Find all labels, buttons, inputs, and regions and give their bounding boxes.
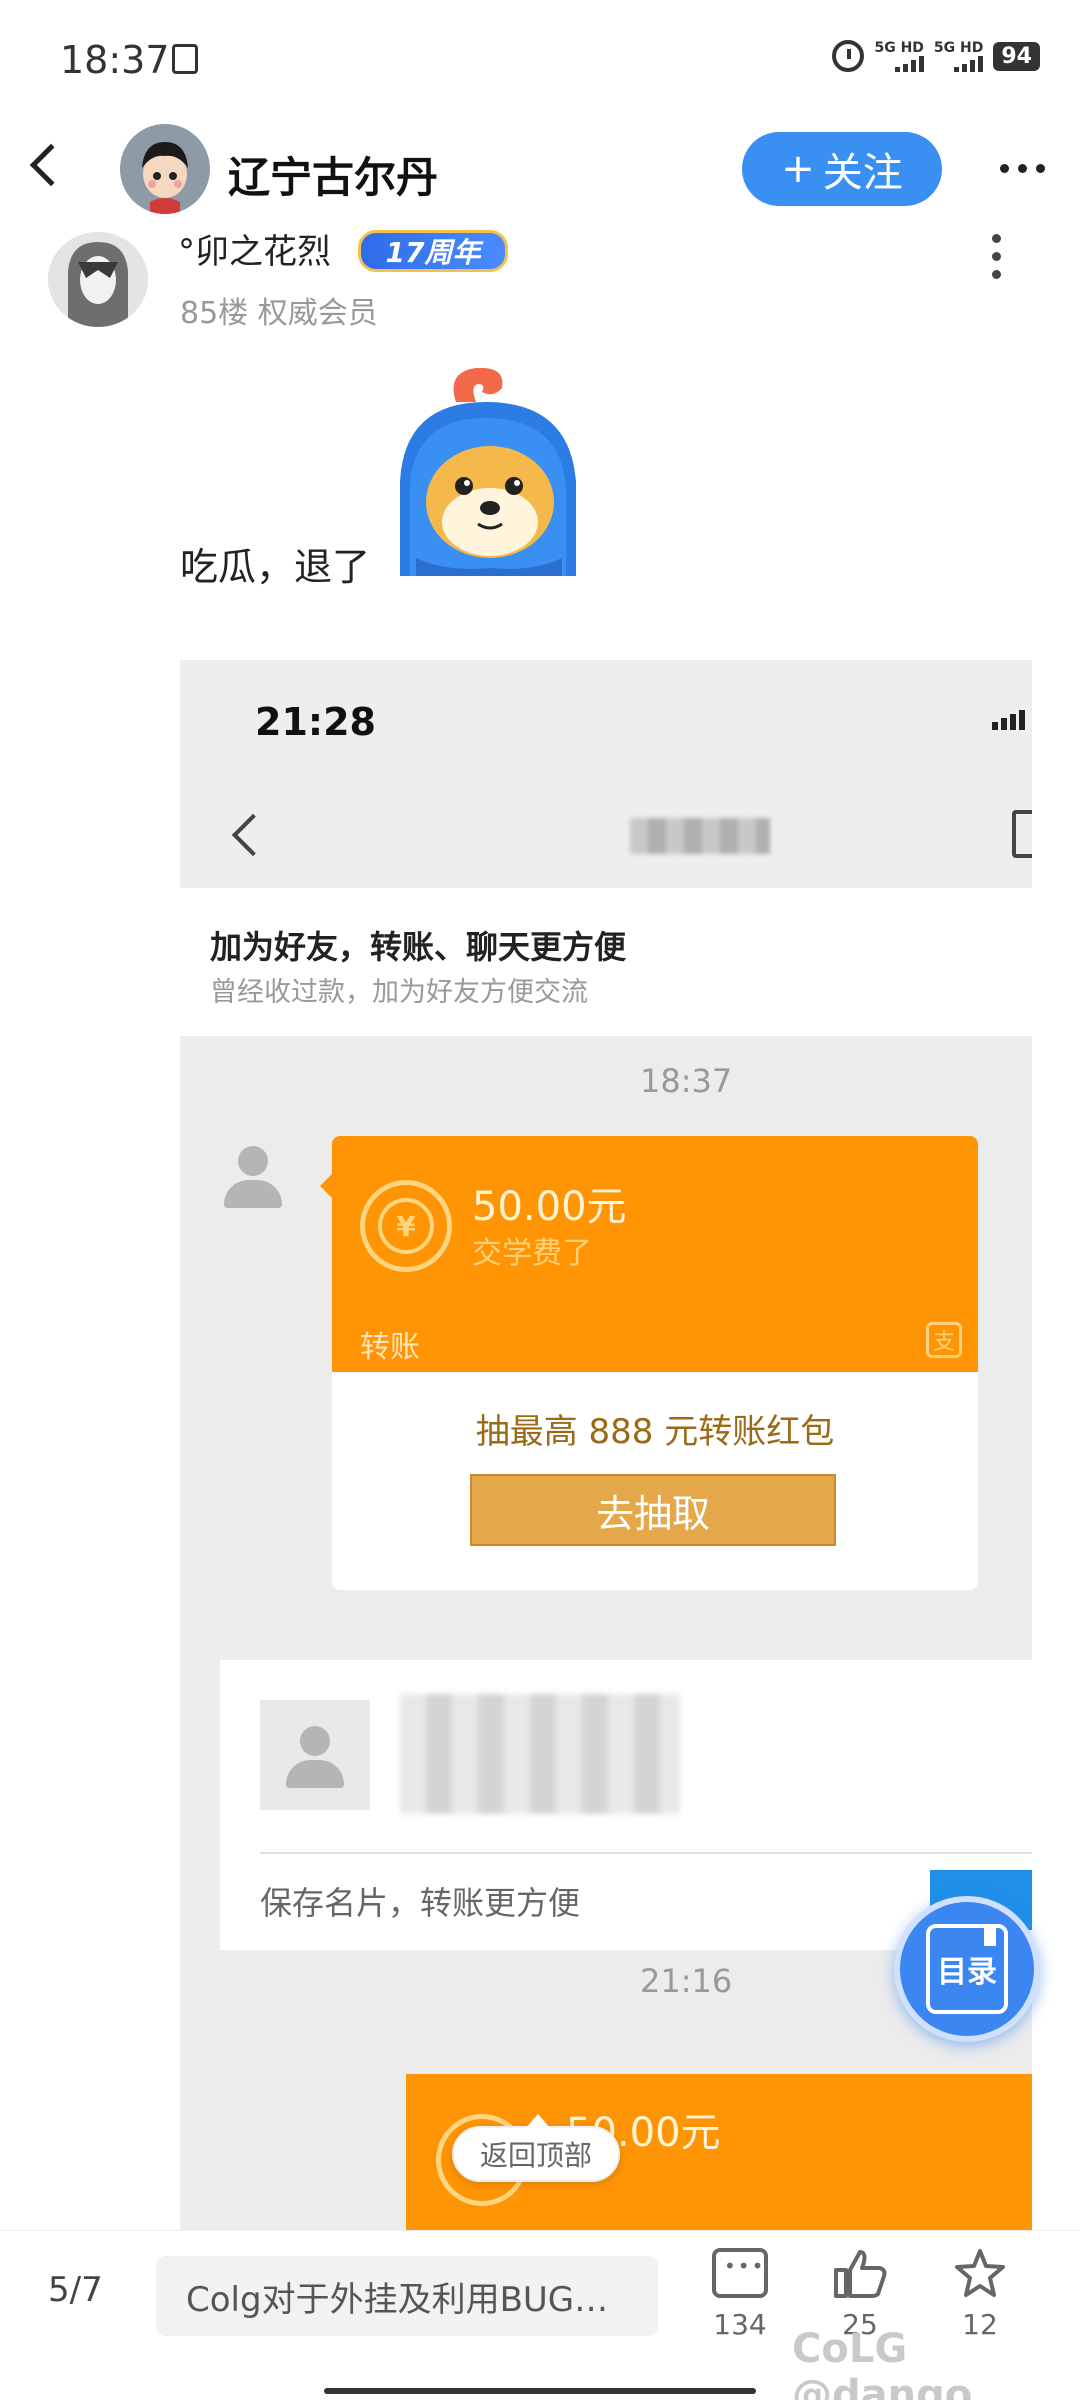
transfer-card: ¥ 50.00元 交学费了 转账 支 抽最高 888 元转账红包 去抽取	[332, 1136, 978, 1590]
more-horizontal-icon[interactable]	[1000, 164, 1045, 173]
person-icon	[280, 1722, 350, 1792]
battery-icon: 94	[993, 41, 1040, 71]
embedded-menu-icon	[1012, 810, 1032, 858]
sender-avatar	[218, 1142, 288, 1212]
home-indicator[interactable]	[324, 2388, 756, 2394]
comment-count: 134	[713, 2308, 767, 2341]
embedded-header	[180, 660, 1032, 888]
notice-title: 加为好友，转账、聊天更方便	[210, 928, 627, 966]
comment-icon	[712, 2248, 768, 2298]
forum-avatar[interactable]	[120, 124, 210, 214]
status-icons: 5G HD 5G HD 94	[832, 40, 1040, 72]
signal-2-icon	[954, 56, 984, 72]
forum-name[interactable]: 辽宁古尔丹	[228, 144, 438, 205]
app-screen: 18:37 5G HD 5G HD 94 辽宁古尔丹 + 关注 °卯之花烈 17…	[0, 0, 1080, 2400]
back-arrow-icon[interactable]	[29, 143, 73, 187]
blurred-contact-name	[630, 818, 770, 854]
notice-subtitle: 曾经收过款，加为好友方便交流	[210, 977, 588, 1008]
transfer-coin-icon: ¥	[360, 1180, 452, 1272]
embedded-signal-icon	[992, 710, 1025, 730]
contact-avatar	[260, 1700, 370, 1810]
toc-icon: 目录	[926, 1924, 1008, 2014]
save-card-text: 保存名片，转账更方便	[260, 1884, 581, 1922]
status-time: 18:37	[60, 38, 170, 82]
draw-button: 去抽取	[470, 1474, 836, 1546]
embedded-time: 21:28	[255, 700, 376, 744]
star-icon	[952, 2248, 1008, 2298]
signal-1-icon	[894, 56, 924, 72]
username[interactable]: °卯之花烈	[178, 224, 331, 273]
signal-1: 5G HD	[874, 40, 924, 72]
comment-button[interactable]: 134	[700, 2248, 780, 2341]
transfer-label: 转账	[360, 1330, 420, 1365]
anniversary-badge: 17周年	[358, 230, 508, 272]
post-meta: 85楼 权威会员	[180, 296, 378, 331]
back-to-top-button[interactable]: 返回顶部	[452, 2114, 620, 2182]
signal-2-label: 5G HD	[933, 40, 984, 56]
thread-title[interactable]: Colg对于外挂及利用BUG…	[156, 2256, 658, 2336]
alipay-logo-icon: 支	[926, 1322, 962, 1358]
thumbs-up-icon	[832, 2248, 888, 2298]
follow-label: 关注	[822, 150, 903, 196]
signal-1-label: 5G HD	[874, 40, 924, 56]
signal-2: 5G HD	[933, 40, 984, 72]
more-vertical-icon[interactable]	[992, 234, 1001, 279]
transfer-amount: 50.00元	[472, 1184, 627, 1230]
promo-text: 抽最高 888 元转账红包	[475, 1412, 835, 1452]
plus-icon: +	[781, 146, 815, 192]
sim-icon	[172, 44, 198, 74]
alarm-icon	[832, 40, 865, 72]
timestamp: 21:16	[640, 1962, 733, 2000]
contact-card: 保存名片，转账更方便	[220, 1660, 1032, 1950]
toc-button[interactable]: 目录	[894, 1896, 1040, 2042]
timestamp: 18:37	[640, 1062, 733, 1100]
transfer-memo: 交学费了	[472, 1236, 592, 1271]
blurred-contact-info	[400, 1694, 680, 1814]
dog-sticker	[386, 362, 588, 576]
divider	[260, 1852, 1032, 1854]
follow-button[interactable]: + 关注	[742, 132, 942, 206]
watermark: CoLG @dango	[792, 2326, 973, 2400]
post-text: 吃瓜，退了	[180, 545, 371, 589]
user-avatar[interactable]	[48, 232, 148, 327]
page-indicator[interactable]: 5/7	[48, 2270, 103, 2310]
